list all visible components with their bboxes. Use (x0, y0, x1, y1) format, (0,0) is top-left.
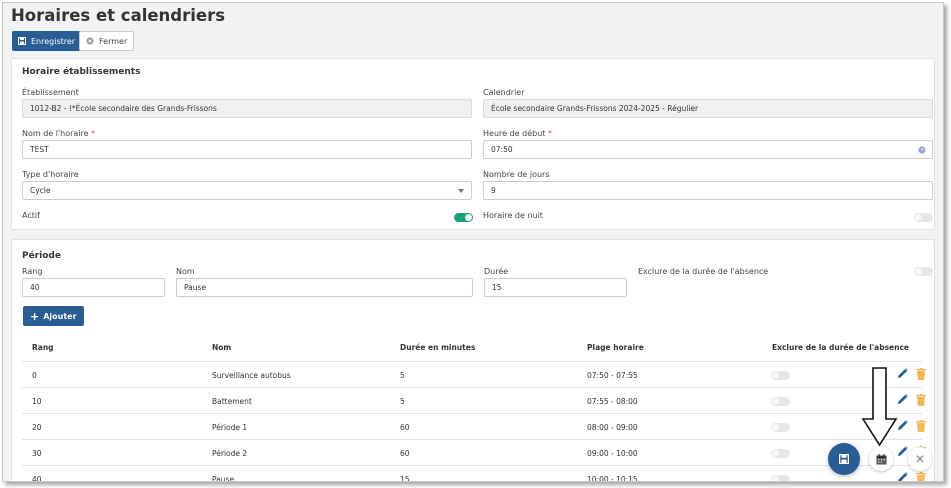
exclure-label: Exclure de la durée de l'absence (638, 267, 769, 276)
add-button-label: Ajouter (43, 311, 77, 321)
cell-duree: 60 (400, 449, 410, 458)
plus-icon: + (30, 309, 40, 323)
actif-label: Actif (22, 211, 40, 220)
row-exclure-toggle[interactable] (771, 449, 790, 458)
cell-nom: Période 2 (212, 449, 248, 458)
fab-save-button[interactable] (828, 443, 860, 475)
header-plage: Plage horaire (587, 343, 644, 352)
cell-duree: 60 (400, 423, 410, 432)
horaire-nuit-label: Horaire de nuit (483, 211, 543, 220)
etablissement-label: Établissement (22, 88, 79, 97)
save-button[interactable]: Enregistrer (12, 31, 82, 51)
rang-label: Rang (22, 267, 43, 276)
pencil-icon[interactable] (896, 471, 909, 482)
header-nom: Nom (212, 343, 232, 352)
cell-rang: 30 (32, 449, 42, 458)
header-duree: Durée en minutes (400, 343, 476, 352)
type-horaire-label: Type d'horaire (22, 170, 79, 179)
save-icon (839, 454, 849, 464)
cell-plage: 07:55 - 08:00 (587, 397, 638, 406)
horaire-section-title: Horaire établissements (22, 67, 141, 77)
nom-horaire-input[interactable]: TEST (22, 140, 472, 159)
header-exclure: Exclure de la durée de l'absence (772, 343, 909, 352)
nombre-jours-input[interactable]: 9 (483, 181, 933, 200)
cell-duree: 5 (400, 371, 405, 380)
trash-icon[interactable] (916, 368, 926, 380)
calendrier-label: Calendrier (483, 88, 525, 97)
calendrier-field: École secondaire Grands-Frissons 2024-20… (483, 99, 933, 118)
cell-rang: 20 (32, 423, 42, 432)
row-exclure-toggle[interactable] (771, 397, 790, 406)
caret-down-icon (458, 189, 464, 193)
nombre-jours-label: Nombre de jours (483, 170, 550, 179)
header-rang: Rang (32, 343, 54, 352)
heure-debut-value: 07:50 (491, 145, 513, 154)
actif-toggle[interactable] (454, 213, 473, 222)
row-exclure-toggle[interactable] (771, 475, 790, 481)
down-arrow-annotation (862, 367, 898, 447)
table-row: 0 Surveillance autobus 5 07:50 - 07:55 (12, 362, 932, 388)
table-row: 40 Pause 15 10:00 - 10:15 (12, 466, 932, 482)
fab-close-button[interactable]: ✕ (908, 447, 932, 471)
cell-duree: 5 (400, 397, 405, 406)
cell-plage: 08:00 - 09:00 (587, 423, 638, 432)
cell-nom: Battement (212, 397, 252, 406)
close-icon: ✕ (914, 452, 926, 466)
heure-debut-input[interactable]: 07:50 (483, 140, 933, 159)
cell-nom: Période 1 (212, 423, 248, 432)
periode-nom-input[interactable]: Pause (176, 278, 473, 297)
clock-icon[interactable] (918, 146, 926, 154)
heure-debut-label: Heure de début * (483, 129, 552, 138)
fab-calendar-button[interactable] (869, 447, 893, 471)
rang-input[interactable]: 40 (22, 278, 165, 297)
horaire-nuit-toggle[interactable] (914, 213, 933, 222)
cell-plage: 10:00 - 10:15 (587, 475, 638, 482)
close-circle-icon (86, 37, 94, 45)
trash-icon[interactable] (916, 472, 926, 482)
cell-nom: Surveillance autobus (212, 371, 291, 380)
table-row: 20 Période 1 60 08:00 - 09:00 (12, 414, 932, 440)
app-window: Horaires et calendriers Enregistrer Ferm… (2, 2, 944, 482)
type-horaire-value: Cycle (30, 186, 51, 195)
cell-plage: 09:00 - 10:00 (587, 449, 638, 458)
table-row: 10 Battement 5 07:55 - 08:00 (12, 388, 932, 414)
page-title: Horaires et calendriers (11, 6, 226, 25)
save-button-label: Enregistrer (31, 36, 76, 46)
trash-icon[interactable] (916, 394, 926, 406)
cell-duree: 15 (400, 475, 410, 482)
table-row: 30 Période 2 60 09:00 - 10:00 (12, 440, 932, 466)
row-exclure-toggle[interactable] (771, 371, 790, 380)
cell-plage: 07:50 - 07:55 (587, 371, 638, 380)
cell-nom: Pause (212, 475, 235, 482)
type-horaire-select[interactable]: Cycle (22, 181, 472, 200)
calendar-icon (876, 453, 886, 464)
trash-icon[interactable] (916, 420, 926, 432)
cell-rang: 10 (32, 397, 42, 406)
periode-card: Période Rang 40 Nom Pause Durée 15 Exclu… (11, 239, 935, 482)
etablissement-field: 1012-B2 - !*École secondaire des Grands-… (22, 99, 472, 118)
close-button-label: Fermer (99, 36, 128, 46)
exclure-toggle[interactable] (914, 267, 933, 276)
periode-section-title: Période (22, 251, 61, 261)
add-button[interactable]: + Ajouter (23, 306, 84, 326)
duree-input[interactable]: 15 (484, 278, 627, 297)
save-icon (18, 37, 26, 45)
duree-label: Durée (484, 267, 509, 276)
cell-rang: 40 (32, 475, 42, 482)
row-exclure-toggle[interactable] (771, 423, 790, 432)
close-button[interactable]: Fermer (79, 31, 135, 51)
nom-horaire-label: Nom de l'horaire * (22, 129, 96, 138)
cell-rang: 0 (32, 371, 37, 380)
periode-nom-label: Nom (176, 267, 195, 276)
horaire-card: Horaire établissements Établissement 101… (11, 58, 935, 230)
